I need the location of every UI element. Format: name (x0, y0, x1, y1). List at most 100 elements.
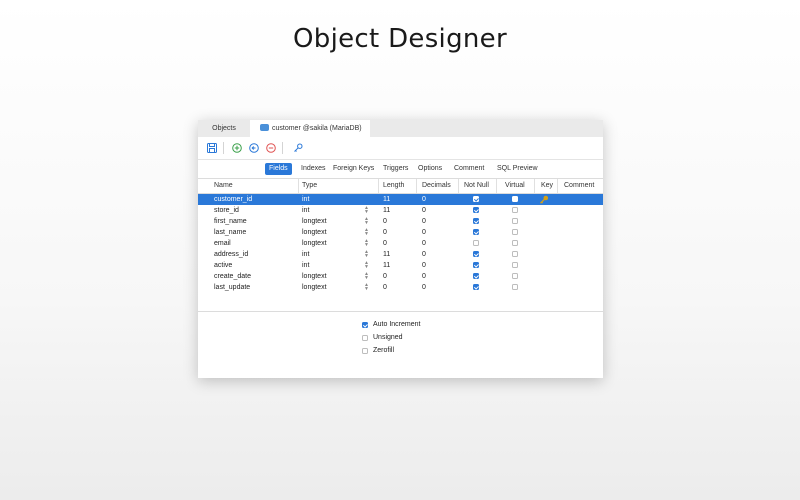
virtual-checkbox[interactable] (512, 196, 518, 202)
field-length[interactable]: 0 (383, 227, 387, 238)
subtab-triggers[interactable]: Triggers (379, 163, 412, 175)
field-decimals[interactable]: 0 (422, 260, 426, 271)
field-decimals[interactable]: 0 (422, 216, 426, 227)
primary-key-button[interactable] (292, 142, 304, 154)
virtual-checkbox[interactable] (512, 262, 518, 268)
type-stepper-icon[interactable]: ▲ ▼ (364, 239, 369, 248)
page-title: Object Designer (293, 24, 507, 54)
subtab-fields[interactable]: Fields (265, 163, 292, 175)
field-length[interactable]: 0 (383, 271, 387, 282)
field-length[interactable]: 0 (383, 216, 387, 227)
subtab-bar: Fields Indexes Foreign Keys Triggers Opt… (198, 160, 603, 179)
field-type[interactable]: int (302, 194, 309, 205)
field-decimals[interactable]: 0 (422, 238, 426, 249)
not-null-checkbox[interactable] (473, 273, 479, 279)
field-decimals[interactable]: 0 (422, 227, 426, 238)
not-null-checkbox[interactable] (473, 229, 479, 235)
table-row[interactable]: active int ▲ ▼ 11 0 (198, 260, 603, 271)
field-name[interactable]: last_update (214, 282, 250, 293)
subtab-foreign-keys[interactable]: Foreign Keys (329, 163, 378, 175)
field-decimals[interactable]: 0 (422, 249, 426, 260)
table-row[interactable]: customer_id int 11 0 (198, 194, 603, 205)
delete-field-button[interactable] (265, 142, 277, 154)
save-button[interactable] (206, 142, 218, 154)
col-length[interactable]: Length (383, 179, 404, 193)
tab-customer[interactable]: customer @sakila (MariaDB) (250, 120, 370, 137)
virtual-checkbox[interactable] (512, 218, 518, 224)
subtab-indexes[interactable]: Indexes (297, 163, 330, 175)
field-type[interactable]: longtext (302, 216, 327, 227)
option-checkbox[interactable] (362, 335, 368, 341)
field-decimals[interactable]: 0 (422, 205, 426, 216)
not-null-checkbox[interactable] (473, 251, 479, 257)
field-name[interactable]: store_id (214, 205, 239, 216)
col-comment[interactable]: Comment (564, 179, 594, 193)
field-length[interactable]: 11 (383, 205, 390, 216)
tab-objects[interactable]: Objects (198, 120, 250, 137)
virtual-checkbox[interactable] (512, 284, 518, 290)
add-field-button[interactable] (231, 142, 243, 154)
field-type[interactable]: int (302, 260, 309, 271)
field-name[interactable]: first_name (214, 216, 247, 227)
field-length[interactable]: 0 (383, 282, 387, 293)
field-decimals[interactable]: 0 (422, 282, 426, 293)
type-stepper-icon[interactable]: ▲ ▼ (364, 228, 369, 237)
field-name[interactable]: last_name (214, 227, 246, 238)
field-name[interactable]: email (214, 238, 231, 249)
col-not-null[interactable]: Not Null (464, 179, 489, 193)
virtual-checkbox[interactable] (512, 251, 518, 257)
option-checkbox[interactable] (362, 348, 368, 354)
field-name[interactable]: address_id (214, 249, 248, 260)
primary-key-icon (539, 195, 549, 204)
insert-field-button[interactable] (248, 142, 260, 154)
virtual-checkbox[interactable] (512, 273, 518, 279)
not-null-checkbox[interactable] (473, 207, 479, 213)
col-type[interactable]: Type (302, 179, 317, 193)
not-null-checkbox[interactable] (473, 196, 479, 202)
col-virtual[interactable]: Virtual (505, 179, 525, 193)
field-decimals[interactable]: 0 (422, 194, 426, 205)
table-row[interactable]: address_id int ▲ ▼ 11 0 (198, 249, 603, 260)
type-stepper-icon[interactable]: ▲ ▼ (364, 261, 369, 270)
col-decimals[interactable]: Decimals (422, 179, 451, 193)
field-length[interactable]: 11 (383, 194, 390, 205)
field-type[interactable]: int (302, 249, 309, 260)
field-type[interactable]: longtext (302, 271, 327, 282)
subtab-sql-preview[interactable]: SQL Preview (493, 163, 542, 175)
not-null-checkbox[interactable] (473, 284, 479, 290)
table-row[interactable]: store_id int ▲ ▼ 11 0 (198, 205, 603, 216)
subtab-options[interactable]: Options (414, 163, 446, 175)
table-row[interactable]: last_name longtext ▲ ▼ 0 0 (198, 227, 603, 238)
virtual-checkbox[interactable] (512, 240, 518, 246)
not-null-checkbox[interactable] (473, 218, 479, 224)
field-type[interactable]: longtext (302, 227, 327, 238)
field-type[interactable]: longtext (302, 282, 327, 293)
col-name[interactable]: Name (214, 179, 233, 193)
virtual-checkbox[interactable] (512, 207, 518, 213)
option-checkbox[interactable] (362, 322, 368, 328)
col-key[interactable]: Key (541, 179, 553, 193)
type-stepper-icon[interactable]: ▲ ▼ (364, 217, 369, 226)
type-stepper-icon[interactable]: ▲ ▼ (364, 272, 369, 281)
table-row[interactable]: last_update longtext ▲ ▼ 0 0 (198, 282, 603, 293)
type-stepper-icon[interactable]: ▲ ▼ (364, 250, 369, 259)
table-row[interactable]: create_date longtext ▲ ▼ 0 0 (198, 271, 603, 282)
field-type[interactable]: longtext (302, 238, 327, 249)
field-length[interactable]: 11 (383, 260, 390, 271)
virtual-checkbox[interactable] (512, 229, 518, 235)
field-length[interactable]: 11 (383, 249, 390, 260)
table-row[interactable]: first_name longtext ▲ ▼ 0 0 (198, 216, 603, 227)
field-name[interactable]: customer_id (214, 194, 252, 205)
field-name[interactable]: active (214, 260, 232, 271)
field-type[interactable]: int (302, 205, 309, 216)
field-length[interactable]: 0 (383, 238, 387, 249)
type-stepper-icon[interactable]: ▲ ▼ (364, 283, 369, 292)
not-null-checkbox[interactable] (473, 262, 479, 268)
plus-circle-icon (232, 143, 242, 153)
table-row[interactable]: email longtext ▲ ▼ 0 0 (198, 238, 603, 249)
field-decimals[interactable]: 0 (422, 271, 426, 282)
not-null-checkbox[interactable] (473, 240, 479, 246)
subtab-comment[interactable]: Comment (450, 163, 488, 175)
type-stepper-icon[interactable]: ▲ ▼ (364, 206, 369, 215)
field-name[interactable]: create_date (214, 271, 251, 282)
